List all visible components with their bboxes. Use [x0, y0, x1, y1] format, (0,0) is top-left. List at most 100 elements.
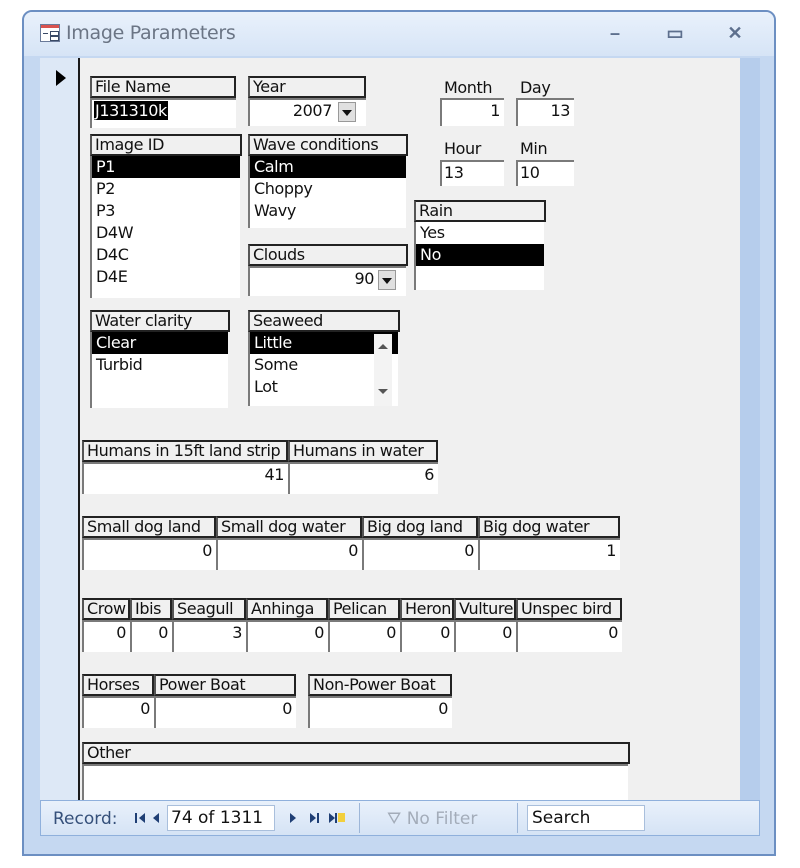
file-name-value: J131310k [94, 101, 168, 120]
image-id-listbox[interactable]: P1 P2 P3 D4W D4C D4E [90, 156, 240, 298]
list-option[interactable]: D4W [92, 222, 240, 244]
filter-icon: ⛛ [387, 809, 407, 829]
list-option[interactable]: P3 [92, 200, 240, 222]
no-filter-button[interactable]: ⛛ No Filter [387, 809, 477, 829]
min-label: Min [520, 139, 548, 158]
list-option[interactable]: Clear [92, 332, 228, 354]
current-record-field[interactable]: 74 of 1311 [167, 805, 275, 831]
count-field[interactable]: 0 [454, 620, 516, 652]
min-field[interactable]: 10 [516, 160, 574, 186]
image-id-label: Image ID [90, 134, 242, 156]
count-label: Humans in water [288, 440, 438, 462]
count-field[interactable]: 0 [154, 696, 296, 728]
new-record-star-icon [338, 813, 345, 822]
list-option[interactable]: P2 [92, 178, 240, 200]
hour-label: Hour [444, 139, 481, 158]
count-label: Unspec bird [516, 598, 622, 620]
clouds-value: 90 [354, 269, 374, 288]
clouds-dropdown-button[interactable] [378, 270, 396, 290]
window-title: Image Parameters [66, 22, 236, 44]
count-label: Horses [82, 674, 154, 696]
month-label: Month [444, 78, 493, 97]
list-option[interactable]: No [416, 244, 544, 266]
title-bar[interactable]: Image Parameters – ▭ ✕ [24, 12, 774, 56]
water-clarity-listbox[interactable]: Clear Turbid [90, 332, 228, 408]
day-field[interactable]: 13 [516, 98, 574, 126]
form-icon [40, 24, 60, 42]
separator [517, 803, 518, 833]
list-option[interactable]: Turbid [92, 354, 228, 376]
maximize-button[interactable]: ▭ [660, 20, 690, 46]
new-record-button[interactable] [329, 810, 345, 826]
wave-conditions-listbox[interactable]: Calm Choppy Wavy [248, 156, 406, 228]
minimize-button[interactable]: – [600, 20, 630, 46]
close-button[interactable]: ✕ [720, 20, 750, 46]
count-field[interactable]: 0 [82, 696, 154, 728]
count-label: Ibis [130, 598, 172, 620]
count-label: Humans in 15ft land strip [82, 440, 288, 462]
other-field[interactable] [82, 764, 628, 800]
year-dropdown-button[interactable] [338, 102, 356, 122]
min-value: 10 [520, 163, 540, 182]
access-form-window: Image Parameters – ▭ ✕ File Name J131310… [22, 10, 776, 856]
previous-record-button[interactable] [151, 810, 165, 826]
count-field[interactable]: 0 [216, 538, 362, 570]
count-label: Seagull [172, 598, 246, 620]
count-field[interactable]: 0 [328, 620, 400, 652]
count-label: Power Boat [154, 674, 296, 696]
search-box[interactable]: Search [527, 805, 645, 831]
list-option[interactable]: D4E [92, 266, 240, 288]
list-option[interactable]: P1 [92, 156, 240, 178]
count-label: Vulture [454, 598, 516, 620]
count-field[interactable]: 41 [82, 462, 288, 494]
count-field[interactable]: 1 [478, 538, 620, 570]
count-label: Big dog water [478, 516, 620, 538]
count-field[interactable]: 0 [82, 620, 130, 652]
count-field[interactable]: 0 [82, 538, 216, 570]
last-record-button[interactable] [309, 810, 323, 826]
count-field[interactable]: 3 [172, 620, 246, 652]
first-record-button[interactable] [135, 810, 149, 826]
separator [359, 803, 360, 833]
current-record-icon [56, 70, 66, 86]
count-field[interactable]: 6 [288, 462, 438, 494]
water-clarity-label: Water clarity [90, 310, 230, 332]
list-option[interactable]: Choppy [250, 178, 406, 200]
next-record-button[interactable] [287, 810, 301, 826]
count-field[interactable]: 0 [246, 620, 328, 652]
scroll-down-icon[interactable] [378, 389, 388, 394]
count-label: Big dog land [362, 516, 478, 538]
list-option[interactable]: Wavy [250, 200, 406, 222]
rain-label: Rain [414, 200, 546, 222]
record-label: Record: [53, 809, 118, 829]
scroll-up-icon[interactable] [378, 344, 388, 349]
seaweed-scrollbar[interactable] [374, 334, 392, 406]
record-selector[interactable] [40, 58, 80, 800]
count-field[interactable]: 0 [130, 620, 172, 652]
wave-conditions-label: Wave conditions [248, 134, 408, 156]
count-label: Non-Power Boat [308, 674, 452, 696]
year-label: Year [248, 76, 366, 98]
no-filter-label: No Filter [406, 809, 478, 829]
month-field[interactable]: 1 [440, 98, 504, 126]
rain-listbox[interactable]: Yes No [414, 222, 544, 290]
hour-field[interactable]: 13 [440, 160, 504, 186]
year-value: 2007 [292, 101, 333, 120]
day-label: Day [520, 78, 551, 97]
list-option[interactable]: Yes [416, 222, 544, 244]
count-field[interactable]: 0 [516, 620, 622, 652]
hour-value: 13 [444, 163, 464, 182]
count-field[interactable]: 0 [362, 538, 478, 570]
list-option[interactable]: D4C [92, 244, 240, 266]
count-label: Heron [400, 598, 454, 620]
file-name-field[interactable]: J131310k [90, 98, 236, 128]
record-navigation-bar: Record: 74 of 1311 ⛛ No Filter Search [40, 800, 760, 836]
count-label: Small dog land [82, 516, 216, 538]
list-option[interactable]: Calm [250, 156, 406, 178]
count-field[interactable]: 0 [308, 696, 452, 728]
count-field[interactable]: 0 [400, 620, 454, 652]
file-name-label: File Name [90, 76, 236, 98]
count-label: Anhinga [246, 598, 328, 620]
clouds-label: Clouds [248, 244, 408, 266]
other-label: Other [82, 742, 630, 764]
